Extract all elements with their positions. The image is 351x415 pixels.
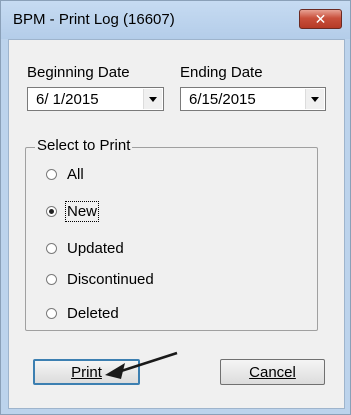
print-log-dialog: BPM - Print Log (16607) ✕ Beginning Date… [0, 0, 351, 415]
arrow-annotation-icon [105, 351, 178, 379]
